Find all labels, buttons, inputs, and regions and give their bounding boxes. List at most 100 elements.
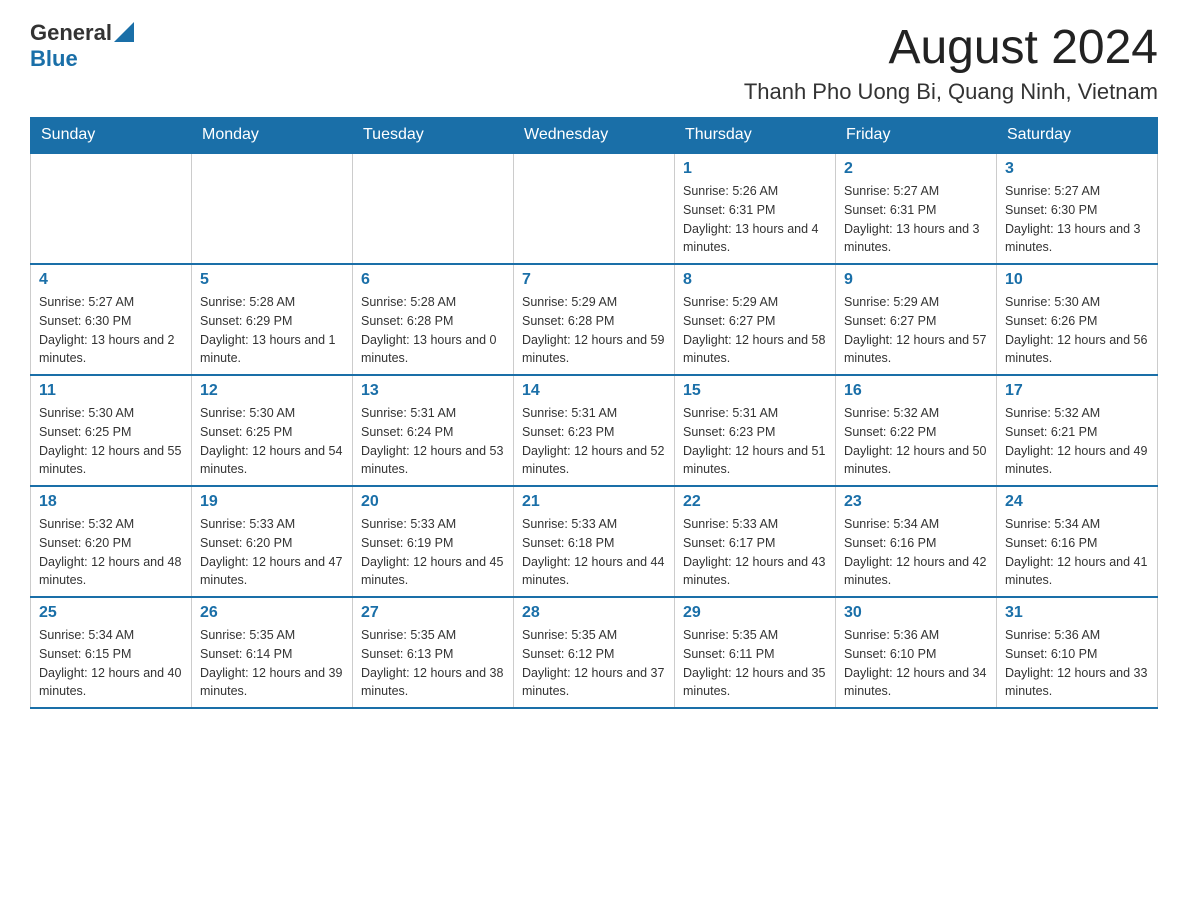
day-number: 1 <box>683 160 827 178</box>
day-number: 28 <box>522 604 666 622</box>
day-number: 18 <box>39 493 183 511</box>
day-info: Sunrise: 5:33 AMSunset: 6:18 PMDaylight:… <box>522 517 664 587</box>
logo-blue-text: Blue <box>30 46 78 71</box>
calendar-cell <box>353 153 514 264</box>
header: General Blue August 2024 Thanh Pho Uong … <box>30 20 1158 105</box>
day-number: 31 <box>1005 604 1149 622</box>
day-number: 23 <box>844 493 988 511</box>
calendar-cell: 13 Sunrise: 5:31 AMSunset: 6:24 PMDayligh… <box>353 375 514 486</box>
day-number: 2 <box>844 160 988 178</box>
logo: General Blue <box>30 20 134 72</box>
calendar-cell: 15 Sunrise: 5:31 AMSunset: 6:23 PMDayligh… <box>675 375 836 486</box>
weekday-header-row: SundayMondayTuesdayWednesdayThursdayFrid… <box>31 118 1158 154</box>
calendar-cell: 31 Sunrise: 5:36 AMSunset: 6:10 PMDayligh… <box>997 597 1158 708</box>
day-number: 8 <box>683 271 827 289</box>
calendar-week-5: 25 Sunrise: 5:34 AMSunset: 6:15 PMDayligh… <box>31 597 1158 708</box>
day-number: 16 <box>844 382 988 400</box>
day-info: Sunrise: 5:33 AMSunset: 6:20 PMDaylight:… <box>200 517 342 587</box>
day-number: 17 <box>1005 382 1149 400</box>
day-info: Sunrise: 5:35 AMSunset: 6:11 PMDaylight:… <box>683 628 825 698</box>
calendar-cell: 9 Sunrise: 5:29 AMSunset: 6:27 PMDaylight… <box>836 264 997 375</box>
day-number: 21 <box>522 493 666 511</box>
day-number: 26 <box>200 604 344 622</box>
day-info: Sunrise: 5:36 AMSunset: 6:10 PMDaylight:… <box>844 628 986 698</box>
day-info: Sunrise: 5:29 AMSunset: 6:27 PMDaylight:… <box>683 295 825 365</box>
day-number: 15 <box>683 382 827 400</box>
day-number: 25 <box>39 604 183 622</box>
logo-triangle-icon <box>114 22 134 42</box>
calendar-week-4: 18 Sunrise: 5:32 AMSunset: 6:20 PMDayligh… <box>31 486 1158 597</box>
day-info: Sunrise: 5:28 AMSunset: 6:28 PMDaylight:… <box>361 295 497 365</box>
day-info: Sunrise: 5:33 AMSunset: 6:17 PMDaylight:… <box>683 517 825 587</box>
day-number: 9 <box>844 271 988 289</box>
calendar-cell: 12Sunrise: 5:30 AMSunset: 6:25 PMDayligh… <box>192 375 353 486</box>
day-info: Sunrise: 5:29 AMSunset: 6:28 PMDaylight:… <box>522 295 664 365</box>
calendar-body: 1Sunrise: 5:26 AMSunset: 6:31 PMDaylight… <box>31 153 1158 708</box>
calendar-cell: 2 Sunrise: 5:27 AMSunset: 6:31 PMDaylight… <box>836 153 997 264</box>
day-info: Sunrise: 5:36 AMSunset: 6:10 PMDaylight:… <box>1005 628 1147 698</box>
day-info: Sunrise: 5:34 AMSunset: 6:15 PMDaylight:… <box>39 628 181 698</box>
day-info: Sunrise: 5:31 AMSunset: 6:23 PMDaylight:… <box>522 406 664 476</box>
calendar-cell: 17 Sunrise: 5:32 AMSunset: 6:21 PMDayligh… <box>997 375 1158 486</box>
day-number: 24 <box>1005 493 1149 511</box>
calendar-cell: 10Sunrise: 5:30 AMSunset: 6:26 PMDayligh… <box>997 264 1158 375</box>
calendar-cell <box>31 153 192 264</box>
calendar-cell: 21 Sunrise: 5:33 AMSunset: 6:18 PMDayligh… <box>514 486 675 597</box>
day-info: Sunrise: 5:27 AMSunset: 6:31 PMDaylight:… <box>844 184 980 254</box>
day-number: 7 <box>522 271 666 289</box>
day-number: 3 <box>1005 160 1149 178</box>
calendar-cell: 30 Sunrise: 5:36 AMSunset: 6:10 PMDayligh… <box>836 597 997 708</box>
day-info: Sunrise: 5:29 AMSunset: 6:27 PMDaylight:… <box>844 295 986 365</box>
calendar-cell: 16 Sunrise: 5:32 AMSunset: 6:22 PMDayligh… <box>836 375 997 486</box>
weekday-header-tuesday: Tuesday <box>353 118 514 154</box>
calendar-cell: 1Sunrise: 5:26 AMSunset: 6:31 PMDaylight… <box>675 153 836 264</box>
calendar-cell: 24 Sunrise: 5:34 AMSunset: 6:16 PMDayligh… <box>997 486 1158 597</box>
day-info: Sunrise: 5:31 AMSunset: 6:23 PMDaylight:… <box>683 406 825 476</box>
day-number: 13 <box>361 382 505 400</box>
day-number: 29 <box>683 604 827 622</box>
day-info: Sunrise: 5:33 AMSunset: 6:19 PMDaylight:… <box>361 517 503 587</box>
calendar-cell: 5Sunrise: 5:28 AMSunset: 6:29 PMDaylight… <box>192 264 353 375</box>
day-info: Sunrise: 5:30 AMSunset: 6:25 PMDaylight:… <box>39 406 181 476</box>
day-info: Sunrise: 5:34 AMSunset: 6:16 PMDaylight:… <box>844 517 986 587</box>
day-number: 30 <box>844 604 988 622</box>
month-title: August 2024 <box>744 20 1158 75</box>
calendar-cell: 29 Sunrise: 5:35 AMSunset: 6:11 PMDayligh… <box>675 597 836 708</box>
weekday-header-sunday: Sunday <box>31 118 192 154</box>
location-title: Thanh Pho Uong Bi, Quang Ninh, Vietnam <box>744 79 1158 105</box>
calendar-cell: 20 Sunrise: 5:33 AMSunset: 6:19 PMDayligh… <box>353 486 514 597</box>
calendar-cell: 14 Sunrise: 5:31 AMSunset: 6:23 PMDayligh… <box>514 375 675 486</box>
calendar-cell <box>514 153 675 264</box>
day-info: Sunrise: 5:27 AMSunset: 6:30 PMDaylight:… <box>39 295 175 365</box>
calendar-cell: 22Sunrise: 5:33 AMSunset: 6:17 PMDayligh… <box>675 486 836 597</box>
day-info: Sunrise: 5:32 AMSunset: 6:22 PMDaylight:… <box>844 406 986 476</box>
calendar-cell: 28Sunrise: 5:35 AMSunset: 6:12 PMDayligh… <box>514 597 675 708</box>
day-info: Sunrise: 5:30 AMSunset: 6:25 PMDaylight:… <box>200 406 342 476</box>
calendar-week-1: 1Sunrise: 5:26 AMSunset: 6:31 PMDaylight… <box>31 153 1158 264</box>
calendar-cell: 27Sunrise: 5:35 AMSunset: 6:13 PMDayligh… <box>353 597 514 708</box>
calendar-cell: 25 Sunrise: 5:34 AMSunset: 6:15 PMDayligh… <box>31 597 192 708</box>
weekday-header-wednesday: Wednesday <box>514 118 675 154</box>
day-info: Sunrise: 5:28 AMSunset: 6:29 PMDaylight:… <box>200 295 336 365</box>
calendar-cell: 8 Sunrise: 5:29 AMSunset: 6:27 PMDaylight… <box>675 264 836 375</box>
day-number: 20 <box>361 493 505 511</box>
calendar-week-3: 11Sunrise: 5:30 AMSunset: 6:25 PMDayligh… <box>31 375 1158 486</box>
day-number: 14 <box>522 382 666 400</box>
day-info: Sunrise: 5:31 AMSunset: 6:24 PMDaylight:… <box>361 406 503 476</box>
calendar-cell: 7 Sunrise: 5:29 AMSunset: 6:28 PMDaylight… <box>514 264 675 375</box>
calendar-header: SundayMondayTuesdayWednesdayThursdayFrid… <box>31 118 1158 154</box>
day-number: 19 <box>200 493 344 511</box>
calendar-cell: 19 Sunrise: 5:33 AMSunset: 6:20 PMDayligh… <box>192 486 353 597</box>
calendar-cell: 4Sunrise: 5:27 AMSunset: 6:30 PMDaylight… <box>31 264 192 375</box>
day-info: Sunrise: 5:32 AMSunset: 6:20 PMDaylight:… <box>39 517 181 587</box>
calendar-cell: 23 Sunrise: 5:34 AMSunset: 6:16 PMDayligh… <box>836 486 997 597</box>
calendar-table: SundayMondayTuesdayWednesdayThursdayFrid… <box>30 117 1158 709</box>
day-info: Sunrise: 5:34 AMSunset: 6:16 PMDaylight:… <box>1005 517 1147 587</box>
logo-general-text: General <box>30 20 112 46</box>
calendar-cell: 26Sunrise: 5:35 AMSunset: 6:14 PMDayligh… <box>192 597 353 708</box>
day-info: Sunrise: 5:32 AMSunset: 6:21 PMDaylight:… <box>1005 406 1147 476</box>
calendar-cell: 3Sunrise: 5:27 AMSunset: 6:30 PMDaylight… <box>997 153 1158 264</box>
weekday-header-friday: Friday <box>836 118 997 154</box>
calendar-cell: 11Sunrise: 5:30 AMSunset: 6:25 PMDayligh… <box>31 375 192 486</box>
day-info: Sunrise: 5:30 AMSunset: 6:26 PMDaylight:… <box>1005 295 1147 365</box>
